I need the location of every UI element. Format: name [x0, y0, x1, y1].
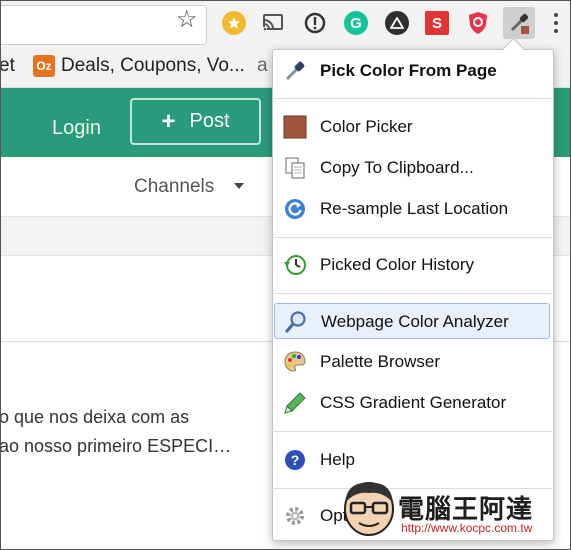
- menu-item-resample[interactable]: Re-sample Last Location: [272, 191, 552, 227]
- menu-item-label: Help: [320, 450, 355, 469]
- menu-item-gradient-generator[interactable]: CSS Gradient Generator: [272, 385, 552, 421]
- menu-item-label: Color Picker: [320, 117, 413, 136]
- browser-toolbar: ☆ G S: [1, 1, 570, 47]
- watermark-mascot-icon: [344, 482, 394, 536]
- menu-separator: [272, 237, 552, 238]
- help-icon: ?: [283, 448, 307, 472]
- article-snippet-line1: o que nos deixa com as: [0, 407, 190, 427]
- menu-separator: [272, 98, 552, 99]
- magnifier-icon: [284, 310, 308, 334]
- eyedropper-icon: [283, 59, 307, 83]
- bookmark-partial-right[interactable]: a: [257, 55, 268, 77]
- menu-item-copy-clipboard[interactable]: Copy To Clipboard...: [272, 150, 552, 186]
- deals-favicon: Oz: [33, 55, 55, 77]
- menu-item-help[interactable]: ? Help: [272, 442, 552, 478]
- kebab-menu-icon[interactable]: [554, 12, 558, 34]
- login-link[interactable]: Login: [52, 117, 101, 140]
- menu-item-color-picker[interactable]: Color Picker: [272, 109, 552, 145]
- menu-separator: [272, 293, 552, 294]
- menu-item-palette-browser[interactable]: Palette Browser: [272, 344, 552, 380]
- menu-separator: [272, 431, 552, 432]
- clipboard-icon: [283, 156, 307, 180]
- cast-icon[interactable]: [261, 11, 285, 35]
- eyedropper-extension-icon[interactable]: [503, 7, 535, 39]
- plus-icon: +: [161, 107, 176, 135]
- color-swatch-icon: [283, 115, 307, 139]
- menu-item-label: Palette Browser: [320, 352, 440, 371]
- shield-icon[interactable]: [466, 11, 490, 35]
- menu-item-pick-color[interactable]: Pick Color From Page: [272, 53, 552, 89]
- post-button-label: Post: [189, 110, 230, 132]
- menu-item-label: Copy To Clipboard...: [320, 158, 474, 177]
- exclamation-icon[interactable]: [303, 11, 327, 35]
- menu-item-label: Webpage Color Analyzer: [321, 312, 509, 331]
- menu-item-label: CSS Gradient Generator: [320, 393, 507, 412]
- s-extension-icon[interactable]: S: [425, 11, 449, 35]
- post-button[interactable]: + Post: [130, 98, 261, 145]
- bookmark-star-icon[interactable]: ☆: [176, 7, 198, 33]
- palette-icon: [283, 350, 307, 374]
- menu-item-history[interactable]: Picked Color History: [272, 247, 552, 283]
- history-icon: [283, 253, 307, 277]
- pen-icon: [283, 391, 307, 415]
- browser-window: ☆ G S et Oz Deals, Coupons, Vo... a Logi…: [0, 0, 571, 550]
- menu-item-color-analyzer[interactable]: Webpage Color Analyzer: [274, 303, 550, 339]
- gear-icon: [283, 504, 307, 528]
- menu-item-label: Picked Color History: [320, 255, 474, 274]
- bookmark-deals[interactable]: Deals, Coupons, Vo...: [61, 55, 245, 77]
- chevron-down-icon[interactable]: [234, 183, 244, 189]
- grammarly-icon[interactable]: G: [344, 11, 368, 35]
- refresh-icon: [283, 197, 307, 221]
- channels-dropdown[interactable]: Channels: [134, 176, 214, 198]
- svg-text:?: ?: [291, 452, 300, 468]
- menu-item-label: Re-sample Last Location: [320, 199, 509, 218]
- triangle-icon[interactable]: [385, 11, 409, 35]
- article-snippet-line2: ao nosso primeiro ESPECI…: [0, 436, 232, 456]
- star-extension-icon[interactable]: [222, 11, 246, 35]
- menu-item-label: Pick Color From Page: [320, 61, 497, 80]
- bookmark-partial-left[interactable]: et: [1, 55, 15, 77]
- watermark-url: http://www.kocpc.com.tw: [401, 521, 533, 535]
